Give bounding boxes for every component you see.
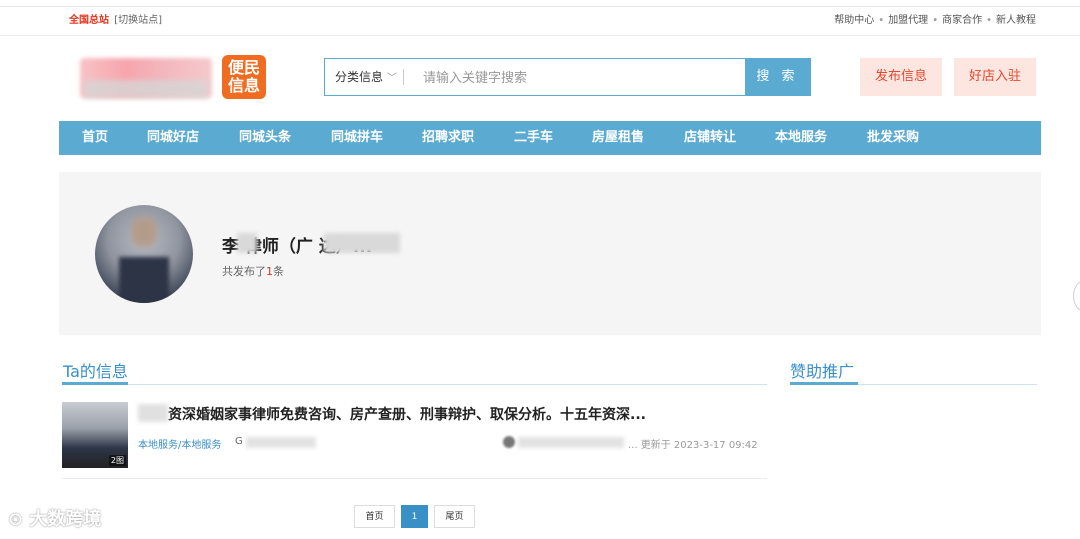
- logo-badge: 便民信息: [222, 55, 266, 99]
- switch-site-link[interactable]: [切换站点]: [114, 15, 162, 26]
- image-count-badge: 2图: [108, 455, 126, 466]
- post-category-link[interactable]: 本地服务/本地服务: [138, 436, 221, 451]
- chevron-down-icon: ﹀: [386, 73, 397, 84]
- user-icon: [503, 436, 515, 448]
- merchant-link[interactable]: 商家合作: [942, 15, 982, 26]
- post-title-redaction: [138, 404, 168, 422]
- nav-item-used-cars[interactable]: 二手车: [514, 121, 553, 155]
- profile-card: 李 律师（广 达）... 共发布了1条: [59, 172, 1041, 335]
- nav-item-headlines[interactable]: 同城头条: [239, 121, 291, 155]
- side-float-button[interactable]: [1073, 280, 1080, 312]
- watermark-text: 大数跨境: [29, 509, 102, 530]
- search-divider: [403, 69, 404, 85]
- post-meta-redaction: [246, 437, 316, 448]
- separator-dot: •: [932, 15, 939, 26]
- search-category-label: 分类信息: [335, 70, 384, 84]
- profile-name-redaction: [237, 233, 257, 253]
- nav-item-carpool[interactable]: 同城拼车: [331, 121, 383, 155]
- nav-item-home[interactable]: 首页: [82, 121, 108, 155]
- site-switcher: 全国总站 [切换站点]: [69, 7, 162, 35]
- profile-post-count: 共发布了1条: [222, 263, 284, 279]
- nav-item-good-stores[interactable]: 同城好店: [147, 121, 199, 155]
- publish-button[interactable]: 发布信息: [860, 58, 942, 96]
- nav-item-shop-transfer[interactable]: 店铺转让: [684, 121, 736, 155]
- search-input[interactable]: [421, 65, 743, 91]
- post-title-text: 资深婚姻家事律师免费咨询、房产查册、刑事辩护、取保分析。十五年资深...: [168, 407, 646, 423]
- section-title-my-info: Ta的信息: [63, 362, 128, 381]
- site-logo-subtitle-blurred: [84, 80, 208, 98]
- profile-name-redaction: [324, 233, 400, 253]
- section-title-sponsor: 赞助推广: [790, 362, 855, 381]
- tutorial-link[interactable]: 新人教程: [996, 15, 1036, 26]
- search-box: 分类信息 ﹀ 搜 索: [324, 58, 811, 96]
- search-button[interactable]: 搜 索: [745, 59, 810, 95]
- separator-dot: •: [986, 15, 992, 26]
- pagination-page-1[interactable]: 1: [401, 505, 428, 528]
- avatar-face-blurred: [131, 217, 157, 247]
- franchise-link[interactable]: 加盟代理: [888, 15, 928, 26]
- nav-item-wholesale[interactable]: 批发采购: [867, 121, 919, 155]
- count-prefix: 共发布了: [222, 265, 266, 278]
- count-suffix: 条: [273, 265, 284, 278]
- section-underline: [62, 382, 128, 385]
- current-site-label: 全国总站: [69, 15, 109, 26]
- post-meta-g: G: [235, 436, 243, 447]
- avatar: [95, 205, 193, 303]
- nav-item-local-services[interactable]: 本地服务: [775, 121, 827, 155]
- post-title-link[interactable]: 资深婚姻家事律师免费咨询、房产查册、刑事辩护、取保分析。十五年资深...: [138, 404, 646, 424]
- top-links: 帮助中心 • 加盟代理 • 商家合作 • 新人教程: [834, 7, 1036, 35]
- top-bar: 全国总站 [切换站点] 帮助中心 • 加盟代理 • 商家合作 • 新人教程: [0, 6, 1080, 36]
- help-center-link[interactable]: 帮助中心: [834, 15, 874, 26]
- post-updated-time: ... 更新于 2023-3-17 09:42: [628, 440, 758, 451]
- separator-dot: •: [878, 15, 885, 26]
- search-category-select[interactable]: 分类信息 ﹀: [335, 59, 397, 95]
- main-nav: 首页 同城好店 同城头条 同城拼车 招聘求职 二手车 房屋租售 店铺转让 本地服…: [59, 121, 1041, 155]
- nav-item-jobs[interactable]: 招聘求职: [422, 121, 474, 155]
- list-divider: [62, 478, 767, 479]
- watermark-logo-icon: ⊙: [8, 509, 24, 530]
- avatar-body-blurred: [119, 257, 169, 303]
- pagination-first-button[interactable]: 首页: [354, 505, 395, 528]
- join-store-button[interactable]: 好店入驻: [954, 58, 1036, 96]
- nav-item-housing[interactable]: 房屋租售: [592, 121, 644, 155]
- count-value: 1: [266, 265, 273, 278]
- pagination-last-button[interactable]: 尾页: [434, 505, 475, 528]
- section-underline: [790, 382, 858, 385]
- section-divider: [62, 384, 767, 385]
- post-author-redaction: [518, 437, 624, 448]
- watermark: ⊙ 大数跨境: [8, 505, 101, 531]
- post-thumbnail[interactable]: 2图: [62, 402, 128, 468]
